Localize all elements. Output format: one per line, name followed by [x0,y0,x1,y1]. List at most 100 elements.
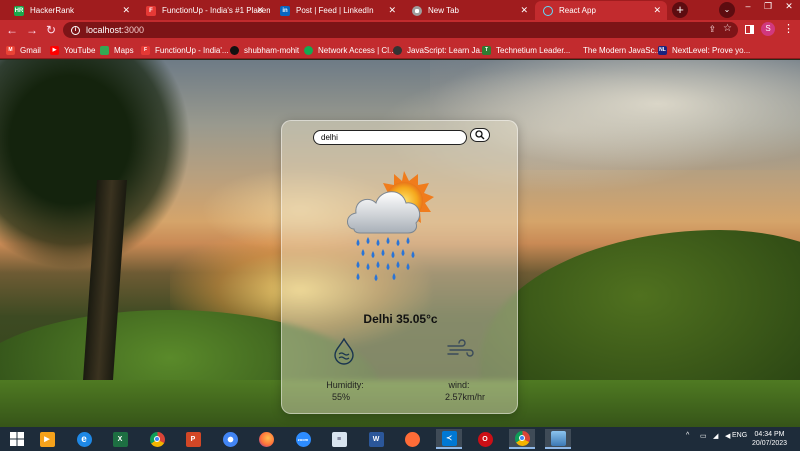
city-temperature: Delhi 35.05°c [363,312,438,326]
chrome-icon [149,431,165,447]
tab-search-button[interactable]: ⌄ [719,2,735,18]
tab-title: HackerRank [30,6,75,15]
site-info-icon[interactable]: i [71,25,80,35]
city-search-input[interactable] [313,130,467,145]
taskbar-opera[interactable]: O [472,429,498,449]
technetium-icon: T [482,45,491,55]
rain-sun-cloud-icon [347,171,434,281]
bookmark-label: Maps [114,45,134,55]
minimize-button[interactable]: – [738,0,758,14]
bookmark-network-access[interactable]: Network Access | Cl... [304,43,396,57]
back-button[interactable]: ← [4,22,20,38]
tab-functionup[interactable]: F FunctionUp - India's #1 Placem ✕ [138,1,270,20]
language-indicator[interactable]: ENG [732,432,747,439]
tab-hackerrank[interactable]: HR HackerRank ✕ [6,1,136,20]
postman-icon [404,431,420,447]
close-icon[interactable]: ✕ [122,5,130,15]
network-icon[interactable]: ▭ [700,432,707,440]
github-icon [230,45,239,55]
browser-menu-icon[interactable]: ⋮ [783,22,794,36]
powerpoint-icon: P [185,431,201,447]
bookmark-nextlevel[interactable]: NL NextLevel: Prove yo... [658,43,750,57]
chrome-icon [412,5,422,16]
bookmark-label: The Modern JavaSc... [583,45,662,55]
bookmark-maps[interactable]: Maps [100,43,134,57]
taskbar-firefox[interactable] [253,429,279,449]
url-host: localhost [86,25,122,35]
bookmark-github[interactable]: shubham-mohit [230,43,299,57]
side-panel-icon[interactable] [745,25,754,34]
bookmark-label: Technetium Leader... [496,45,571,55]
taskbar-notepad[interactable]: ≡ [326,429,352,449]
tab-title: React App [559,6,596,15]
functionup-icon: F [146,5,156,16]
close-icon[interactable]: ✕ [388,5,396,15]
firefox-icon [258,431,274,447]
show-hidden-icons-button[interactable]: ^ [686,432,689,439]
linkedin-icon: in [280,5,290,16]
profile-avatar[interactable]: S [761,22,775,36]
bookmark-youtube[interactable]: ▶ YouTube [50,43,95,57]
tab-linkedin[interactable]: in Post | Feed | LinkedIn ✕ [272,1,402,20]
media-player-icon: ▶ [39,431,55,447]
mongodb-icon [304,45,313,55]
close-icon[interactable]: ✕ [520,5,528,15]
vscode-icon: ≺ [441,430,457,446]
tab-react-app[interactable]: React App ✕ [535,1,667,20]
close-icon[interactable]: ✕ [653,5,661,15]
internet-explorer-icon: e [76,431,92,447]
bookmark-star-icon[interactable]: ☆ [723,23,732,34]
wind-label: wind: [448,380,470,390]
windows-start-icon [10,432,24,446]
taskbar-internet-explorer[interactable]: e [71,429,97,449]
tab-title: New Tab [428,6,459,15]
humidity-icon [334,337,354,365]
taskbar-excel[interactable]: X [107,429,133,449]
zoom-icon: zoom [295,431,311,447]
forward-button[interactable]: → [24,22,40,38]
taskbar-zoom[interactable]: zoom [290,429,316,449]
taskbar-postman[interactable] [399,429,425,449]
window-close-button[interactable]: ✕ [779,0,799,14]
bookmark-gmail[interactable]: M Gmail [6,43,41,57]
react-icon [543,5,553,16]
taskbar-chrome-active[interactable] [509,429,535,449]
taskbar-vscode[interactable]: ≺ [436,429,462,449]
taskbar-chromium[interactable] [217,429,243,449]
maps-icon [100,45,109,55]
opera-icon: O [477,431,493,447]
restore-button[interactable]: ❐ [758,0,778,14]
address-bar[interactable]: i localhost:3000 ⇪ ☆ [63,22,738,38]
new-tab-button[interactable]: + [672,2,688,18]
bookmark-functionup[interactable]: F FunctionUp - India'... [141,43,229,57]
functionup-icon: F [141,45,150,55]
taskbar-powerpoint[interactable]: P [180,429,206,449]
taskbar-word[interactable]: W [363,429,389,449]
tab-strip: HR HackerRank ✕ F FunctionUp - India's #… [0,0,800,20]
close-icon[interactable]: ✕ [256,5,264,15]
photos-icon [550,430,566,446]
search-button[interactable] [470,128,490,142]
windows-taskbar: ▶ e X P zoom ≡ W ≺ O ^ ▭ ◢ ◀ ENG 04:34 P… [0,427,800,451]
taskbar-chrome[interactable] [144,429,170,449]
system-clock[interactable]: 04:34 PM 20/07/2023 [752,430,787,448]
bookmark-technetium[interactable]: T Technetium Leader... [482,43,570,57]
volume-icon[interactable]: ◀ [725,432,730,440]
wind-icon [447,339,474,357]
taskbar-photos[interactable] [545,429,571,449]
taskbar-media-player[interactable]: ▶ [34,429,60,449]
tab-title: FunctionUp - India's #1 Placem [162,6,270,15]
clock-time: 04:34 PM [754,431,785,438]
bookmark-modern-js[interactable]: The Modern JavaSc... [583,43,661,57]
browser-toolbar: ← → ↻ i localhost:3000 ⇪ ☆ [0,20,800,41]
clock-date: 20/07/2023 [752,440,788,447]
share-icon[interactable]: ⇪ [708,24,716,35]
bookmark-label: YouTube [64,45,96,55]
search-icon [475,130,485,140]
reload-button[interactable]: ↻ [43,22,59,38]
bookmark-javascript[interactable]: JavaScript: Learn Ja... [393,43,487,57]
windows-start-button[interactable] [4,429,30,449]
bookmark-label: NextLevel: Prove yo... [672,45,751,55]
tab-new-tab[interactable]: New Tab ✕ [404,1,534,20]
wifi-signal-icon[interactable]: ◢ [713,432,718,440]
